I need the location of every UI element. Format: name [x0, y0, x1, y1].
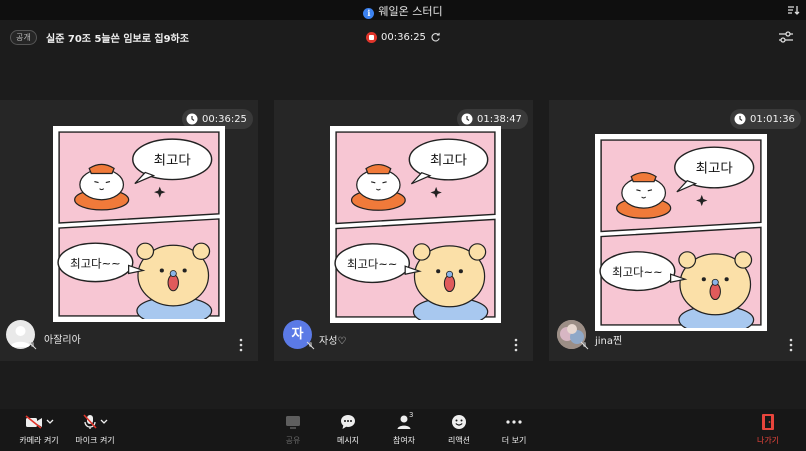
message-label: 메시지 [336, 436, 360, 445]
clock-icon [461, 113, 473, 125]
chat-icon [341, 415, 355, 429]
more-label: 더 보기 [501, 436, 527, 445]
window-title-wrap: i 웨일온 스터디 [0, 3, 806, 19]
smile-icon [452, 415, 466, 429]
reaction-label: 리액션 [447, 436, 471, 445]
leave-label: 나가기 [756, 436, 780, 445]
shared-video-comic: 최고다 최고다~~ [595, 134, 767, 331]
share-label: 공유 [285, 436, 301, 445]
exit-door-icon [762, 414, 774, 430]
timer-text: 00:36:25 [202, 113, 247, 125]
clock-icon [734, 113, 746, 125]
record-stop-icon[interactable] [366, 31, 377, 43]
participants-button[interactable]: 3 참여자 [389, 411, 419, 446]
participant-name: 자성♡ [319, 336, 347, 347]
chevron-down-icon[interactable] [100, 419, 108, 425]
meeting-title: 실준 70조 5늘쓴 임보로 집9하조 [46, 34, 189, 45]
comic-bubble-text-bottom: 최고다~~ [347, 258, 397, 271]
mic-muted-icon [28, 341, 37, 350]
mic-label: 마이크 켜기 [75, 436, 115, 445]
mic-off-icon [82, 414, 97, 429]
mic-button[interactable]: 마이크 켜기 [72, 413, 118, 446]
comic-bubble-text-bottom: 최고다~~ [70, 258, 121, 271]
sort-icon[interactable] [786, 3, 800, 17]
comic-bubble-text-top: 최고다 [696, 161, 733, 177]
refresh-icon[interactable] [430, 32, 441, 43]
more-horizontal-icon [506, 420, 522, 424]
mic-muted-icon [306, 341, 315, 350]
message-button[interactable]: 메시지 [333, 413, 363, 446]
participant-tile[interactable]: 01:01:36 최고다 최고다~~ jina찐 [549, 100, 806, 361]
participants-count: 3 [409, 411, 414, 419]
elapsed-time: 00:36:25 [381, 31, 426, 43]
more-button[interactable]: 더 보기 [499, 413, 529, 446]
more-vertical-icon[interactable] [239, 338, 243, 352]
camera-off-icon [25, 415, 42, 429]
clock-icon [186, 113, 198, 125]
recording-status: 00:36:25 [366, 30, 441, 44]
participant-tile[interactable]: 01:38:47 최고다 최고다~~ 자 자성♡ [274, 100, 533, 361]
comic-bubble-text-top: 최고다 [430, 153, 467, 169]
meeting-header: 공개 실준 70조 5늘쓴 임보로 집9하조 00:36:25 [0, 20, 806, 56]
participant-name: jina찐 [595, 336, 623, 347]
mic-muted-icon [580, 341, 589, 350]
meeting-toolbar: 카메라 켜기 마이크 켜기 공유 메시지 3 참여자 리액션 더 보기 나가기 [0, 409, 806, 451]
camera-button[interactable]: 카메라 켜기 [17, 413, 61, 446]
comic-bubble-text-top: 최고다 [154, 153, 191, 169]
more-vertical-icon[interactable] [789, 338, 793, 352]
sliders-icon[interactable] [778, 30, 794, 44]
participant-timer: 01:01:36 [730, 109, 801, 129]
shared-video-comic: 최고다 최고다~~ [330, 126, 501, 323]
leave-button[interactable]: 나가기 [753, 413, 783, 446]
participants-label: 참여자 [392, 436, 416, 445]
comic-bubble-text-bottom: 최고다~~ [612, 266, 663, 279]
more-vertical-icon[interactable] [514, 338, 518, 352]
info-icon[interactable]: i [363, 8, 375, 19]
timer-text: 01:38:47 [477, 113, 522, 125]
visibility-badge: 공개 [10, 30, 37, 45]
window-titlebar: i 웨일온 스터디 [0, 0, 806, 20]
shared-video-comic: 최고다 최고다~~ [53, 126, 225, 322]
timer-text: 01:01:36 [750, 113, 795, 125]
chevron-down-icon[interactable] [46, 419, 54, 425]
share-screen-icon [286, 416, 300, 429]
reaction-button[interactable]: 리액션 [444, 413, 474, 446]
share-button[interactable]: 공유 [279, 413, 307, 446]
window-title: 웨일온 스터디 [378, 5, 443, 18]
participant-name: 아잘리아 [44, 335, 81, 346]
camera-label: 카메라 켜기 [19, 436, 59, 445]
participant-tile[interactable]: 00:36:25 최고다 최고다~~ 아잘리아 [0, 100, 258, 361]
